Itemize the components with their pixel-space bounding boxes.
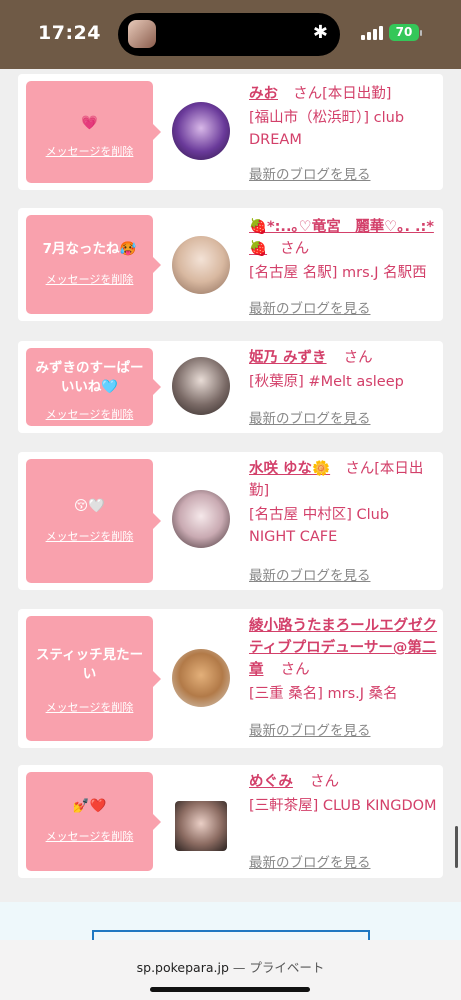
now-playing-thumbnail: [128, 20, 156, 48]
shop-info: [名古屋 中村区] Club NIGHT CAFE: [249, 507, 390, 545]
cast-name-link[interactable]: めぐみ: [249, 774, 293, 790]
message-bubble: みずきのすーぱーいいね🩵 メッセージを削除: [26, 348, 161, 426]
message-card: 💗 メッセージを削除 みお さん[本日出勤] [福山市（松浜町）] club D…: [18, 74, 443, 190]
latest-blog-link[interactable]: 最新のブログを見る: [249, 564, 371, 584]
honorific: さん: [280, 241, 310, 257]
message-text: 7月なったね🥵: [42, 241, 137, 257]
message-card: 7月なったね🥵 メッセージを削除 🍓*:..｡♡竜宮 麗華♡｡. .:*🍓 さん…: [18, 208, 443, 321]
delete-message-link[interactable]: メッセージを削除: [26, 406, 153, 422]
avatar[interactable]: [172, 490, 230, 548]
cast-name-link[interactable]: 水咲 ゆな🌼: [249, 461, 330, 477]
message-bubble: 7月なったね🥵 メッセージを削除: [26, 215, 161, 314]
latest-blog-link[interactable]: 最新のブログを見る: [249, 407, 371, 427]
honorific: さん: [293, 86, 323, 102]
browser-address-bar[interactable]: sp.pokepara.jp — プライベート: [0, 940, 461, 1000]
message-text: スティッチ見たーい: [35, 647, 144, 682]
message-bubble: 💗 メッセージを削除: [26, 81, 161, 183]
message-text: 💅❤️: [72, 798, 107, 814]
url-domain: sp.pokepara.jp: [136, 960, 229, 975]
honorific: さん: [343, 350, 373, 366]
cast-name-link[interactable]: 綾小路うたまろールエグゼクティブプロデューサー@第二章: [249, 618, 437, 678]
message-bubble: 😚🤍 メッセージを削除: [26, 459, 161, 583]
shop-info: [福山市（松浜町）] club DREAM: [249, 110, 405, 148]
honorific: さん: [310, 774, 340, 790]
latest-blog-link[interactable]: 最新のブログを見る: [249, 719, 371, 739]
honorific: さん: [345, 461, 375, 477]
bluetooth-icon: ✱: [312, 22, 328, 43]
dynamic-island[interactable]: ✱: [118, 13, 340, 56]
message-text: みずきのすーぱーいいね🩵: [35, 360, 144, 395]
avatar[interactable]: [172, 357, 230, 415]
message-card: 😚🤍 メッセージを削除 水咲 ゆな🌼 さん[本日出勤] [名古屋 中村区] Cl…: [18, 452, 443, 590]
cast-info: 水咲 ゆな🌼 さん[本日出勤] [名古屋 中村区] Club NIGHT CAF…: [249, 458, 439, 548]
private-mode-label: プライベート: [249, 960, 325, 975]
delete-message-link[interactable]: メッセージを削除: [26, 699, 153, 715]
shop-info: [三重 桑名] mrs.J 桑名: [249, 686, 398, 702]
battery-level: 70: [395, 25, 413, 39]
battery-icon: 70: [389, 24, 419, 41]
cast-info: 🍓*:..｡♡竜宮 麗華♡｡. .:*🍓 さん [名古屋 名駅] mrs.J 名…: [249, 216, 439, 284]
cast-name-link[interactable]: 姫乃 みずき: [249, 350, 327, 366]
cast-info: 綾小路うたまろールエグゼクティブプロデューサー@第二章 さん [三重 桑名] m…: [249, 615, 439, 705]
message-text: 😚🤍: [74, 498, 105, 514]
cast-name-link[interactable]: みお: [249, 86, 278, 102]
message-bubble: スティッチ見たーい メッセージを削除: [26, 616, 161, 741]
shop-info: [秋葉原] #Melt asleep: [249, 374, 404, 390]
honorific: さん: [280, 662, 310, 678]
battery-tip: [420, 30, 422, 36]
signal-icon: [361, 26, 385, 40]
status-time: 17:24: [38, 22, 101, 44]
message-text: 💗: [81, 115, 98, 131]
message-card: 💅❤️ メッセージを削除 めぐみ さん [三軒茶屋] CLUB KINGDOM …: [18, 765, 443, 878]
today-badge: [本日出勤]: [322, 86, 392, 102]
latest-blog-link[interactable]: 最新のブログを見る: [249, 297, 371, 317]
cast-info: めぐみ さん [三軒茶屋] CLUB KINGDOM: [249, 771, 439, 817]
cast-info: みお さん[本日出勤] [福山市（松浜町）] club DREAM: [249, 83, 439, 151]
message-bubble: 💅❤️ メッセージを削除: [26, 772, 161, 871]
latest-blog-link[interactable]: 最新のブログを見る: [249, 163, 371, 183]
avatar[interactable]: [172, 236, 230, 294]
scrollbar[interactable]: [455, 826, 458, 868]
delete-message-link[interactable]: メッセージを削除: [26, 143, 153, 159]
latest-blog-link[interactable]: 最新のブログを見る: [249, 851, 371, 871]
shop-info: [三軒茶屋] CLUB KINGDOM: [249, 798, 437, 814]
message-card: みずきのすーぱーいいね🩵 メッセージを削除 姫乃 みずき さん [秋葉原] #M…: [18, 341, 443, 433]
delete-message-link[interactable]: メッセージを削除: [26, 528, 153, 544]
url-text[interactable]: sp.pokepara.jp — プライベート: [0, 957, 461, 976]
message-card: スティッチ見たーい メッセージを削除 綾小路うたまろールエグゼクティブプロデュー…: [18, 609, 443, 748]
avatar[interactable]: [175, 801, 227, 851]
delete-message-link[interactable]: メッセージを削除: [26, 271, 153, 287]
home-indicator[interactable]: [150, 987, 310, 992]
avatar[interactable]: [172, 102, 230, 160]
delete-message-link[interactable]: メッセージを削除: [26, 828, 153, 844]
avatar[interactable]: [172, 649, 230, 707]
cast-info: 姫乃 みずき さん [秋葉原] #Melt asleep: [249, 347, 439, 393]
status-bar: 17:24 ✱ 70: [0, 0, 461, 69]
url-separator: —: [228, 960, 250, 975]
shop-info: [名古屋 名駅] mrs.J 名駅西: [249, 265, 427, 281]
cast-name-link[interactable]: 🍓*:..｡♡竜宮 麗華♡｡. .:*🍓: [249, 219, 434, 257]
